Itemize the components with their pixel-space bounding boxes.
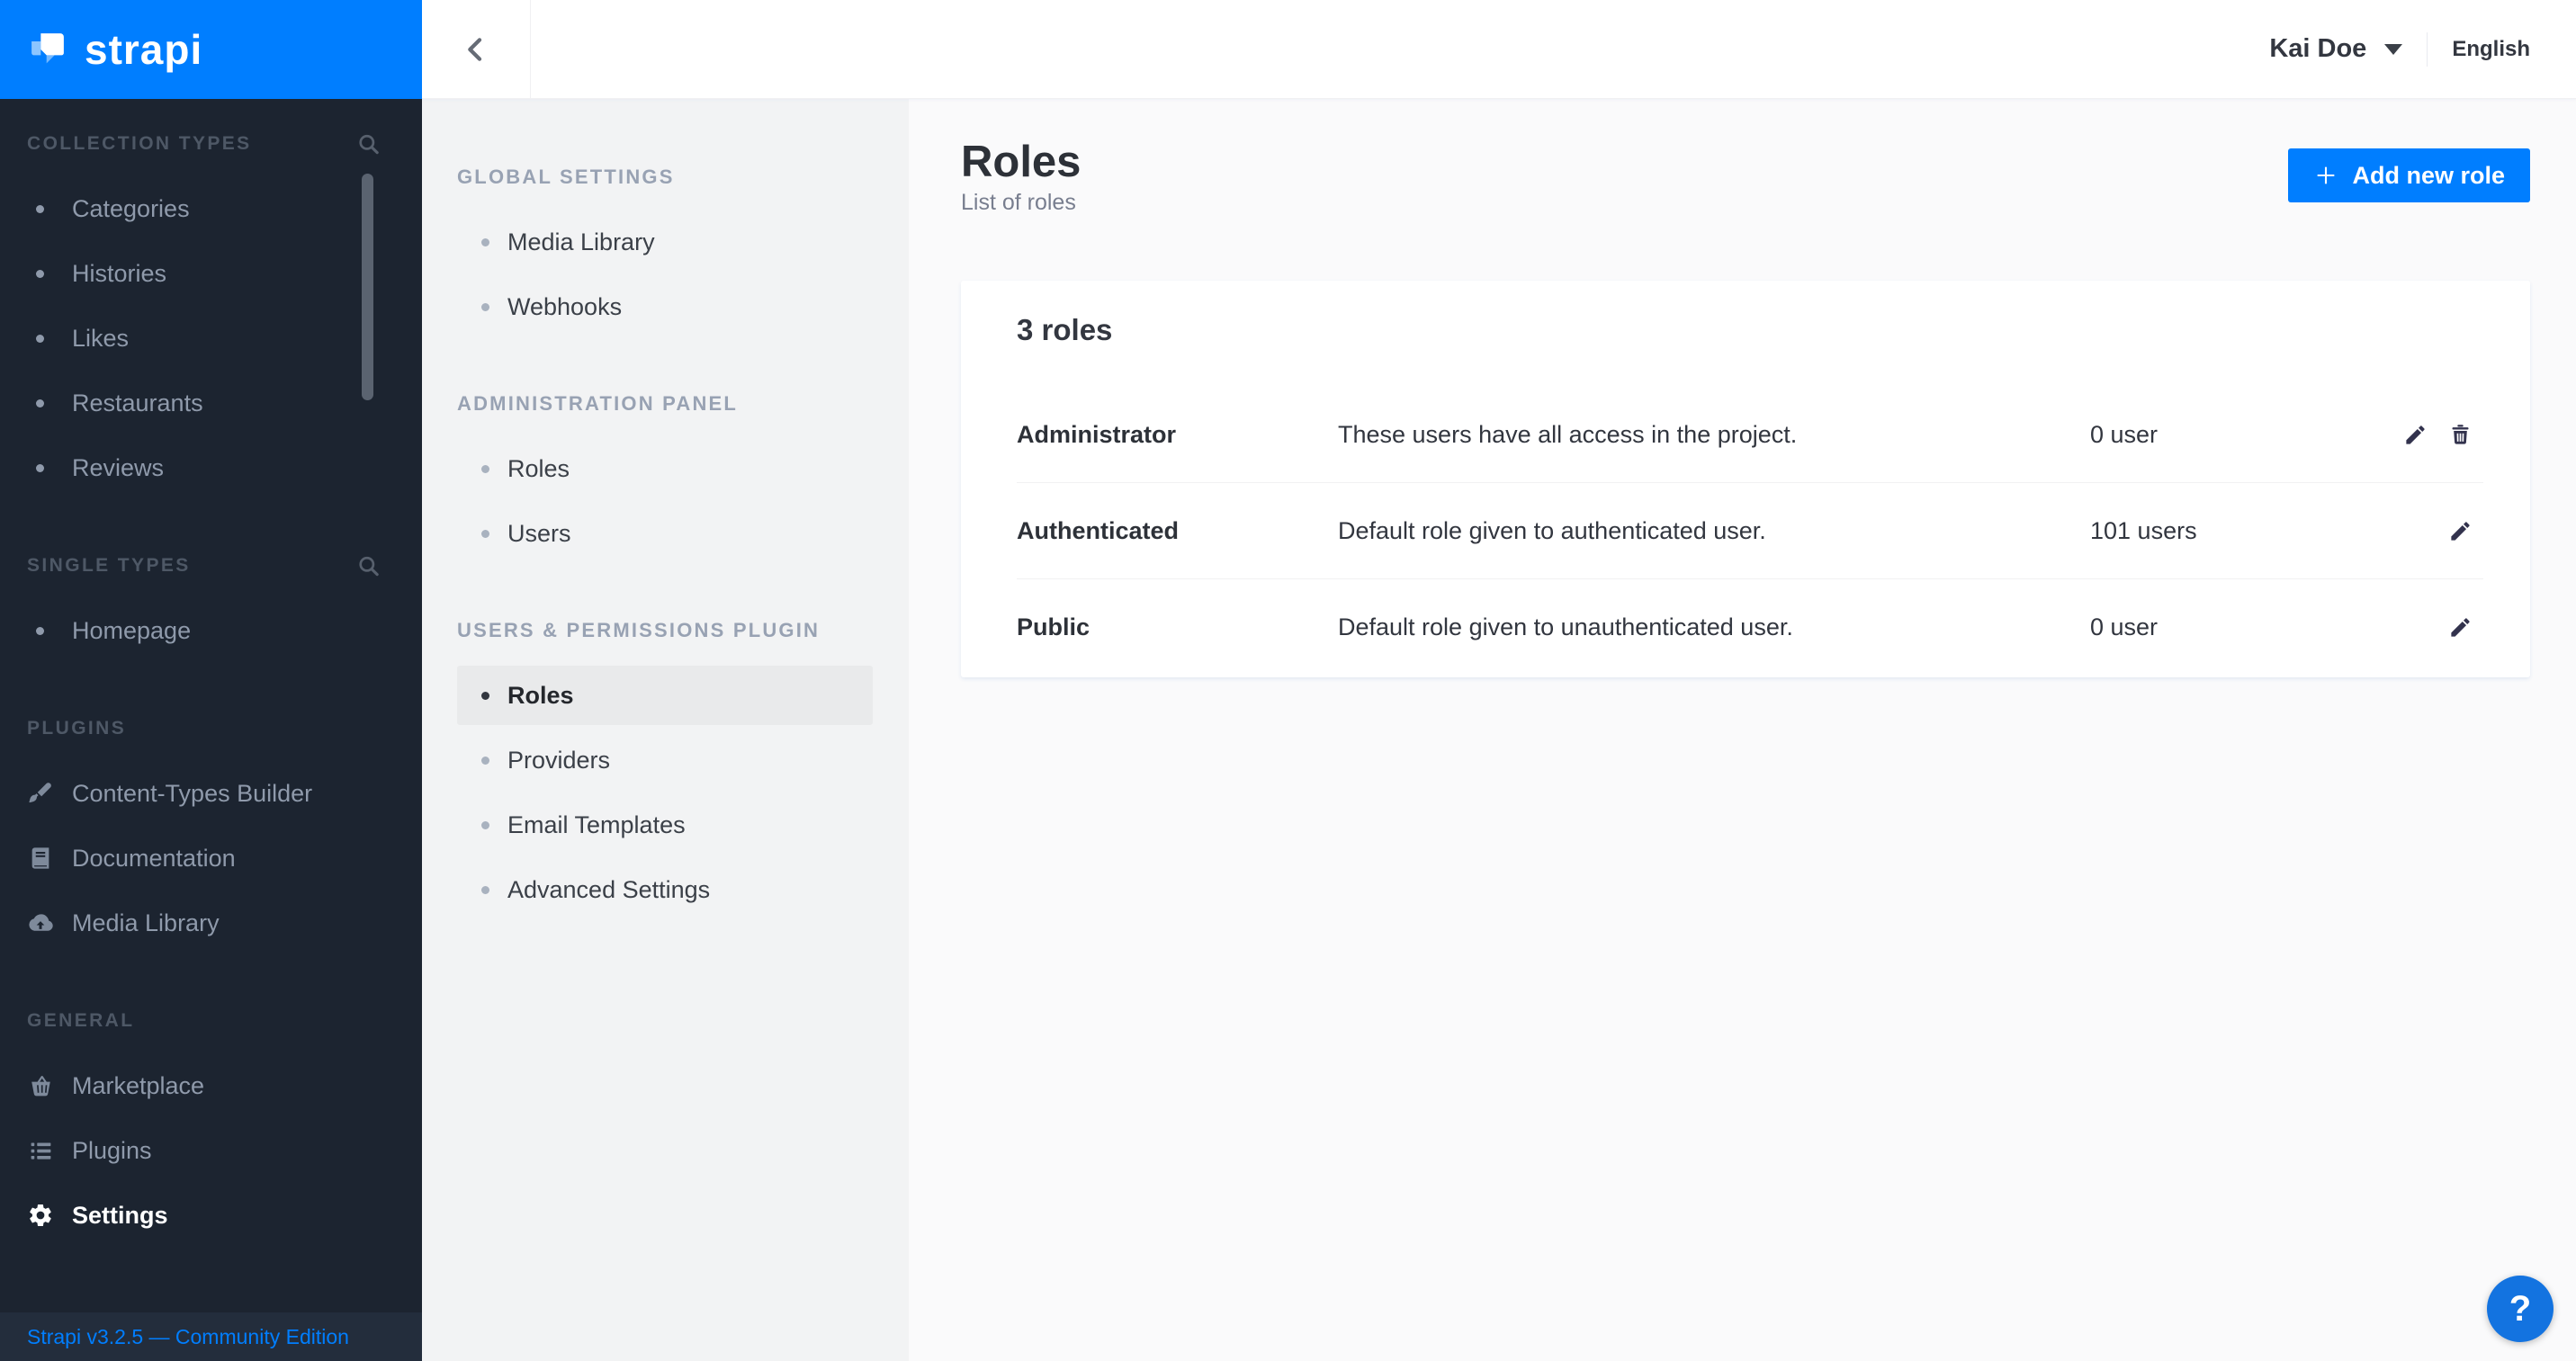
bullet-icon: [481, 757, 489, 765]
bullet-icon: [481, 821, 489, 829]
role-name: Public: [1017, 613, 1338, 641]
table-row-authenticated[interactable]: Authenticated Default role given to auth…: [961, 483, 2530, 578]
role-description: Default role given to unauthenticated us…: [1338, 613, 2090, 641]
bullet-icon: [36, 627, 44, 635]
sidebar-item-settings[interactable]: Settings: [0, 1183, 422, 1248]
bullet-icon: [481, 886, 489, 894]
section-plugins: PLUGINS Content-Types Builder Documentat…: [0, 696, 422, 955]
settings-item-providers[interactable]: Providers: [457, 728, 873, 792]
back-button[interactable]: [422, 0, 531, 98]
section-label: ADMINISTRATION PANEL: [457, 372, 909, 436]
role-description: Default role given to authenticated user…: [1338, 517, 2090, 545]
sidebar-nav: COLLECTION TYPES Categories Histories Li…: [0, 99, 422, 1248]
table-row-public[interactable]: Public Default role given to unauthentic…: [961, 579, 2530, 675]
add-new-role-button[interactable]: Add new role: [2288, 148, 2530, 202]
bullet-icon: [36, 205, 44, 213]
section-general: GENERAL Marketplace Plugins Settings: [0, 989, 422, 1248]
sidebar-item-likes[interactable]: Likes: [0, 306, 422, 371]
section-collection-types: COLLECTION TYPES Categories Histories Li…: [0, 112, 422, 500]
section-label: USERS & PERMISSIONS PLUGIN: [457, 598, 909, 663]
bullet-icon: [36, 270, 44, 278]
section-label: COLLECTION TYPES: [27, 133, 252, 155]
bullet-icon: [481, 530, 489, 538]
settings-item-admin-roles[interactable]: Roles: [457, 436, 873, 501]
settings-item-media-library[interactable]: Media Library: [457, 210, 873, 274]
user-name: Kai Doe: [2269, 34, 2366, 64]
settings-item-admin-users[interactable]: Users: [457, 501, 873, 566]
logo-text: strapi: [85, 25, 202, 74]
section-label: PLUGINS: [27, 718, 126, 739]
table-row-administrator[interactable]: Administrator These users have all acces…: [961, 387, 2530, 482]
sidebar-item-histories[interactable]: Histories: [0, 241, 422, 306]
sidebar-footer: Strapi v3.2.5 — Community Edition: [0, 1312, 422, 1361]
bullet-icon: [481, 238, 489, 246]
settings-item-advanced-settings[interactable]: Advanced Settings: [457, 857, 873, 922]
cloud-upload-icon: [27, 909, 54, 936]
pencil-icon: [2448, 615, 2473, 640]
main-sidebar: strapi COLLECTION TYPES Categories Histo…: [0, 0, 422, 1361]
settings-section-users-permissions: USERS & PERMISSIONS PLUGIN Roles Provide…: [457, 598, 909, 922]
settings-section-administration: ADMINISTRATION PANEL Roles Users: [457, 372, 909, 566]
sidebar-scrollbar[interactable]: [362, 174, 373, 400]
sidebar-item-media-library[interactable]: Media Library: [0, 891, 422, 955]
search-icon[interactable]: [356, 132, 381, 157]
sidebar-item-restaurants[interactable]: Restaurants: [0, 371, 422, 435]
edit-role-button[interactable]: [2401, 421, 2428, 448]
sidebar-item-content-types-builder[interactable]: Content-Types Builder: [0, 761, 422, 826]
section-single-types: SINGLE TYPES Homepage: [0, 533, 422, 663]
chevron-down-icon: [2384, 44, 2402, 55]
settings-item-webhooks[interactable]: Webhooks: [457, 274, 873, 339]
role-name: Administrator: [1017, 421, 1338, 449]
chevron-left-icon: [462, 33, 490, 66]
pencil-icon: [2403, 423, 2428, 447]
delete-role-button[interactable]: [2446, 421, 2473, 448]
section-label: GLOBAL SETTINGS: [457, 145, 909, 210]
roles-card: 3 roles Administrator These users have a…: [961, 281, 2530, 677]
version-link[interactable]: Strapi v3.2.5 — Community Edition: [27, 1325, 349, 1349]
settings-sidebar: GLOBAL SETTINGS Media Library Webhooks A…: [422, 99, 909, 1361]
trash-icon: [2448, 423, 2473, 447]
edit-role-button[interactable]: [2446, 613, 2473, 640]
sidebar-item-marketplace[interactable]: Marketplace: [0, 1053, 422, 1118]
role-name: Authenticated: [1017, 517, 1338, 545]
language-button[interactable]: English: [2452, 37, 2530, 62]
gear-icon: [27, 1202, 54, 1229]
section-label: SINGLE TYPES: [27, 555, 191, 577]
edit-role-button[interactable]: [2446, 517, 2473, 544]
bullet-icon: [36, 399, 44, 407]
strapi-logo-icon: [27, 29, 68, 70]
book-icon: [27, 845, 54, 872]
basket-icon: [27, 1072, 54, 1099]
settings-item-up-roles[interactable]: Roles: [457, 666, 873, 725]
search-icon[interactable]: [356, 554, 381, 578]
bullet-icon: [481, 465, 489, 473]
bullet-icon: [481, 692, 489, 700]
bullet-icon: [481, 303, 489, 311]
list-icon: [27, 1137, 54, 1164]
sidebar-item-documentation[interactable]: Documentation: [0, 826, 422, 891]
roles-count-title: 3 roles: [961, 281, 2530, 347]
bullet-icon: [36, 464, 44, 472]
role-user-count: 0 user: [2090, 421, 2401, 449]
user-menu[interactable]: Kai Doe: [2269, 34, 2402, 64]
role-description: These users have all access in the proje…: [1338, 421, 2090, 449]
settings-item-email-templates[interactable]: Email Templates: [457, 792, 873, 857]
sidebar-item-categories[interactable]: Categories: [0, 176, 422, 241]
strapi-logo[interactable]: strapi: [0, 0, 422, 99]
paint-brush-icon: [27, 780, 54, 807]
pencil-icon: [2448, 519, 2473, 543]
help-button[interactable]: ?: [2487, 1276, 2554, 1342]
sidebar-item-plugins[interactable]: Plugins: [0, 1118, 422, 1183]
topbar: Kai Doe English: [422, 0, 2576, 99]
role-user-count: 101 users: [2090, 517, 2446, 545]
sidebar-item-homepage[interactable]: Homepage: [0, 598, 422, 663]
settings-section-global: GLOBAL SETTINGS Media Library Webhooks: [457, 145, 909, 339]
topbar-divider: [2427, 32, 2428, 67]
sidebar-item-reviews[interactable]: Reviews: [0, 435, 422, 500]
bullet-icon: [36, 335, 44, 343]
main-content: Roles List of roles Add new role 3 roles…: [909, 99, 2576, 1361]
section-label: GENERAL: [27, 1010, 134, 1032]
plus-icon: [2313, 163, 2338, 188]
role-user-count: 0 user: [2090, 613, 2446, 641]
